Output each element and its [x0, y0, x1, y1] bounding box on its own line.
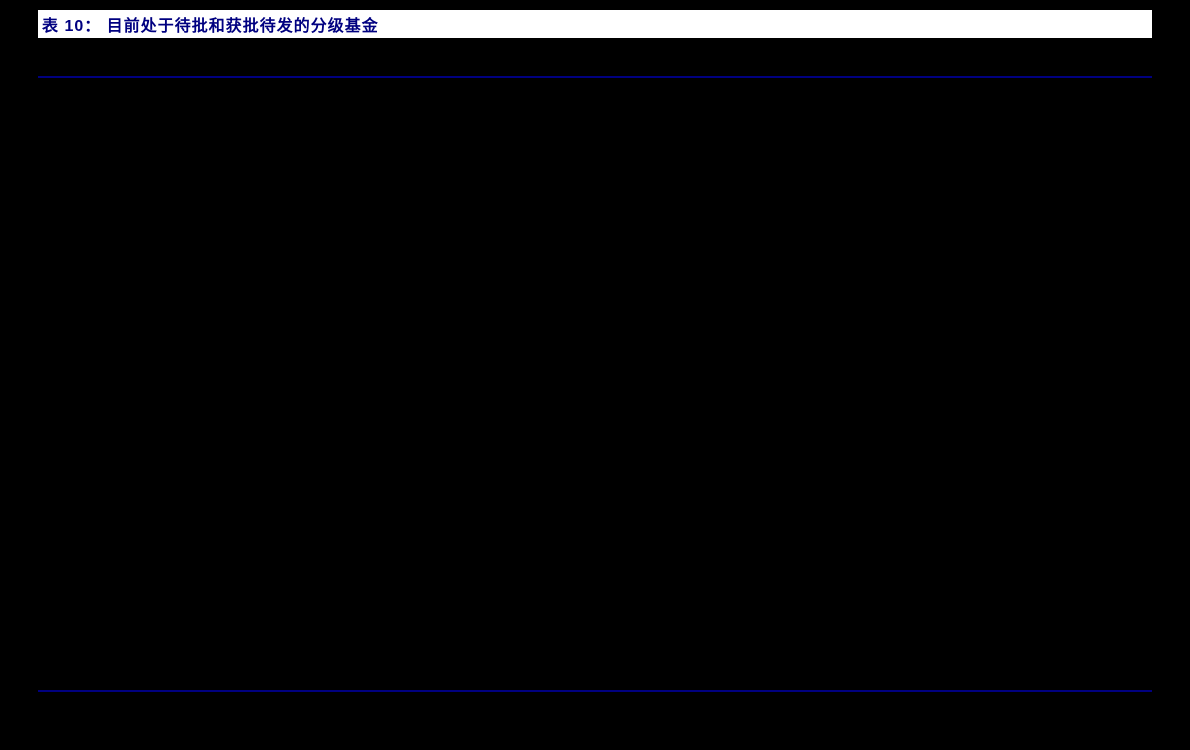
- table-body-blackout: [38, 78, 1152, 690]
- table-bottom-rule: [38, 690, 1152, 692]
- table-title: 表 10： 目前处于待批和获批待发的分级基金: [38, 12, 379, 36]
- table-header-panel: 表 10： 目前处于待批和获批待发的分级基金: [38, 10, 1152, 38]
